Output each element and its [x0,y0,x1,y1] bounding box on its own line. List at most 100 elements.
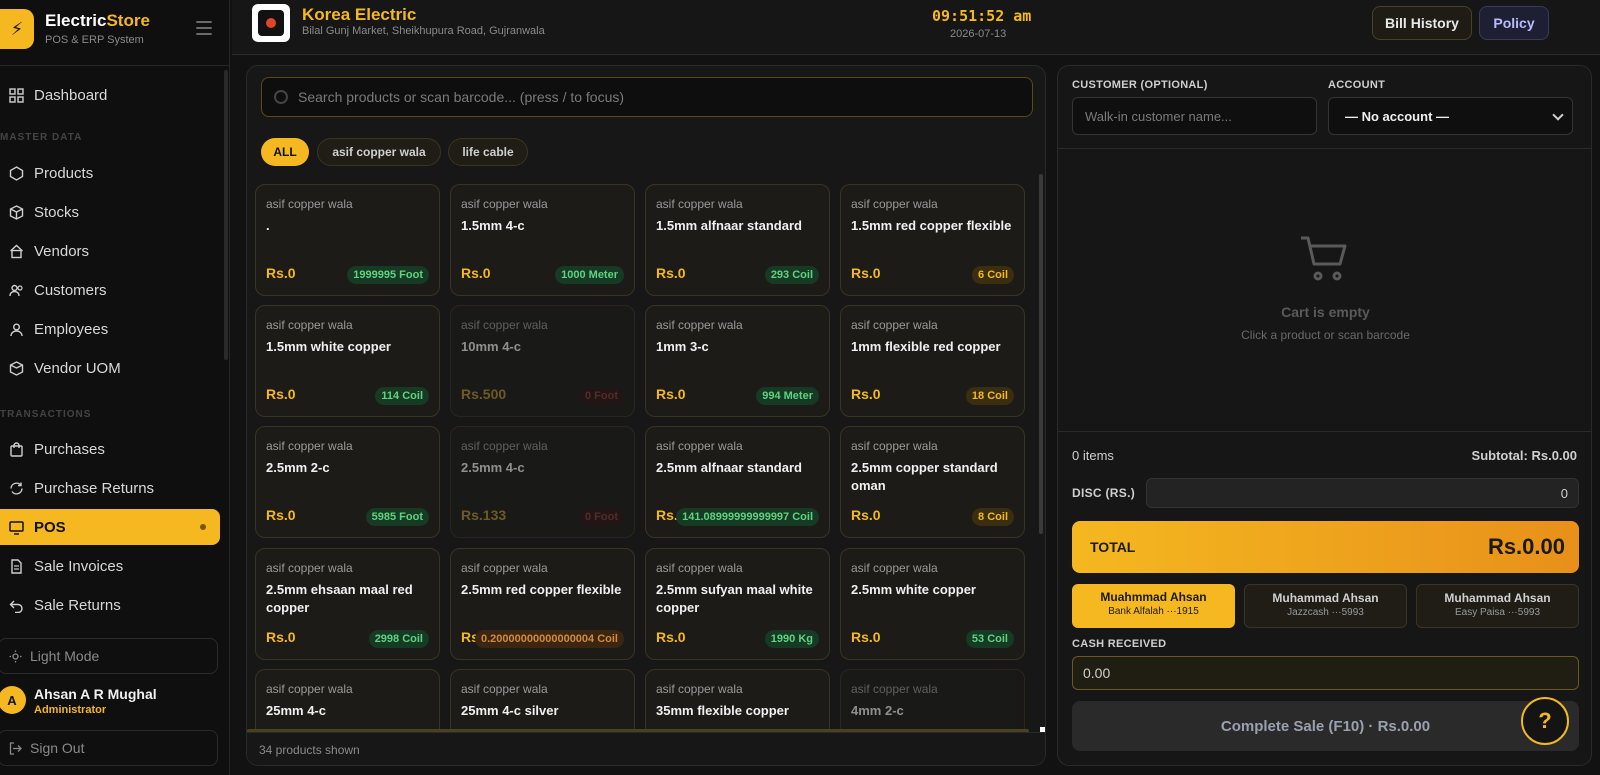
payment-account-easy-paisa[interactable]: Muhammad Ahsan Easy Paisa ···5993 [1416,584,1579,628]
product-card[interactable]: asif copper wala 1.5mm 4-c Rs.0 1000 Meter [450,184,635,296]
sidebar-item-vendors[interactable]: Vendors [0,233,220,269]
product-name: 1.5mm red copper flexible [851,218,1012,233]
product-scrollbar[interactable] [1039,174,1043,534]
product-name: 1.5mm alfnaar standard [656,218,802,233]
product-card[interactable]: asif copper wala. Rs.0 1999995 Foot [255,184,440,296]
product-card[interactable]: asif copper wala 2.5mm ehsaan maal red co… [255,548,440,660]
product-name: 2.5mm sufyan maal white copper [656,582,813,615]
sidebar-item-label: Employees [34,320,109,338]
grid-icon [8,87,24,103]
divider [1058,431,1591,432]
product-card[interactable]: asif copper wala 2.5mm 2-c Rs.0 5985 Foot [255,426,440,538]
product-name: 35mm flexible copper [656,703,789,718]
product-price: Rs.0 [851,265,881,281]
sidebar-item-purchases[interactable]: Purchases [0,431,220,467]
product-card[interactable]: asif copper wala 2.5mm copper standard om… [840,426,1025,538]
product-card[interactable]: asif copper wala 1.5mm alfnaar standard Rs… [645,184,830,296]
sidebar-item-label: Vendors [34,242,90,260]
product-card[interactable]: asif copper wala 1mm flexible red copper R… [840,305,1025,417]
discount-input[interactable]: 0 [1146,478,1579,508]
cash-received-input[interactable]: 0.00 [1072,656,1579,690]
product-card[interactable]: asif copper wala 10mm 4-c Rs.500 0 Foot [450,305,635,417]
sidebar-item-customers[interactable]: Customers [0,272,220,308]
product-price: Rs.0 [266,507,296,523]
product-price: Rs.0 [656,629,686,645]
sidebar-item-label: Vendor UOM [34,359,121,377]
search-input[interactable]: Search products or scan barcode... (pres… [261,77,1033,117]
menu-icon[interactable] [196,21,212,35]
stock-badge: 6 Coil [972,266,1014,284]
product-card[interactable]: asif copper wala 2.5mm 4-c Rs.133 0 Foot [450,426,635,538]
sidebar-item-products[interactable]: Products [0,155,220,191]
filter-chip-all[interactable]: ALL [261,138,309,166]
sidebar: ⚡ ElectricStore POS & ERP System Dashboa… [0,0,230,775]
avatar: A [0,686,26,714]
product-card[interactable]: asif copper wala 2.5mm alfnaar standard Rs… [645,426,830,538]
document-icon [8,558,24,574]
divider [1058,148,1591,149]
product-price: Rs.0 [851,386,881,402]
product-brand: asif copper wala [266,561,353,575]
payment-account-jazzcash[interactable]: Muhammad Ahsan Jazzcash ···5993 [1244,584,1407,628]
sign-out-button[interactable]: Sign Out [0,730,218,766]
product-brand: asif copper wala [656,561,743,575]
complete-sale-button[interactable]: Complete Sale (F10) · Rs.0.00 [1072,701,1579,751]
clock: 09:51:52 am [932,7,1032,25]
product-name: . [266,218,270,233]
product-price: Rs.0 [656,265,686,281]
sidebar-item-dashboard[interactable]: Dashboard [0,77,220,113]
sidebar-item-purchase-returns[interactable]: Purchase Returns [0,470,220,506]
product-card[interactable]: asif copper wala 1.5mm red copper flexibl… [840,184,1025,296]
home-icon [8,243,24,259]
sidebar-item-sale-returns[interactable]: Sale Returns [0,587,220,623]
product-name: 2.5mm 2-c [266,460,330,475]
stock-badge: 2998 Coil [368,630,429,648]
sidebar-item-stocks[interactable]: Stocks [0,194,220,230]
account-label: ACCOUNT [1328,79,1386,91]
account-detail: Bank Alfalah ···1915 [1108,606,1199,617]
sidebar-item-pos[interactable]: POS [0,509,220,545]
user-role: Administrator [34,704,107,716]
account-name: Muhammad Ahsan [1272,591,1379,605]
filter-chip-life-cable[interactable]: life cable [448,138,528,166]
stock-badge: 53 Coil [965,630,1014,648]
light-mode-toggle[interactable]: Light Mode [0,638,218,674]
product-price: Rs.0 [266,265,296,281]
product-price: Rs.500 [461,386,507,402]
product-card[interactable]: asif copper wala 2.5mm sufyan maal white … [645,548,830,660]
stock-badge: 1990 Kg [764,630,819,648]
help-button[interactable]: ? [1521,697,1569,745]
cart-item-count: 0 items [1072,448,1114,463]
account-name: Muhammad Ahsan [1444,591,1551,605]
cash-received-label: CASH RECEIVED [1072,638,1167,650]
section-master-data: MASTER DATA [0,132,83,143]
sidebar-item-vendor-uom[interactable]: Vendor UOM [0,350,220,386]
sidebar-scrollbar[interactable] [224,70,228,360]
bill-history-button[interactable]: Bill History [1372,6,1472,40]
product-name: 2.5mm white copper [851,582,976,597]
resize-handle[interactable] [1040,727,1045,732]
product-card[interactable]: asif copper wala 1mm 3-c Rs.0 994 Meter [645,305,830,417]
stock-badge: 0.20000000000000004 Coil [474,630,624,648]
product-name: 2.5mm copper standard oman [851,460,998,493]
sidebar-item-sale-invoices[interactable]: Sale Invoices [0,548,220,584]
product-card[interactable]: asif copper wala 2.5mm white copper Rs.0 53… [840,548,1025,660]
sidebar-item-employees[interactable]: Employees [0,311,220,347]
customer-input[interactable]: Walk-in customer name... [1072,97,1317,135]
sign-out-label: Sign Out [30,740,85,756]
account-select[interactable]: — No account — [1328,97,1573,135]
brand-header: ⚡ ElectricStore POS & ERP System [0,0,230,66]
section-transactions: TRANSACTIONS [0,409,92,420]
total-value: Rs.0.00 [1487,534,1565,559]
bag-icon [8,441,24,457]
policy-button[interactable]: Policy [1479,6,1549,40]
payment-account-bank-alfalah[interactable]: Muahmmad Ahsan Bank Alfalah ···1915 [1072,584,1235,628]
product-card[interactable]: asif copper wala 2.5mm red copper flexibl… [450,548,635,660]
product-brand: asif copper wala [461,197,548,211]
product-brand: asif copper wala [851,682,938,696]
brand-name: ElectricStore [45,11,150,30]
bolt-icon: ⚡ [0,9,34,49]
product-card[interactable]: asif copper wala 1.5mm white copper Rs.0 11… [255,305,440,417]
filter-chip-asif-copper-wala[interactable]: asif copper wala [317,138,441,166]
users-icon [8,282,24,298]
